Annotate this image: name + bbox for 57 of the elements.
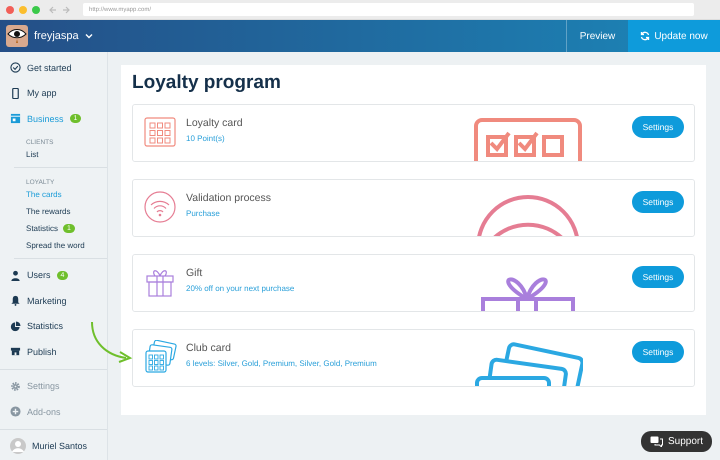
chevron-down-icon [84,33,93,39]
sidebar-item-label: Statistics [27,321,64,332]
sidebar-item-label: Users [27,270,51,280]
sidebar-item-label: Get started [27,62,72,73]
chat-bubbles-icon [650,436,663,447]
user-name: Muriel Santos [32,441,88,452]
wifi-icon [143,190,177,224]
pie-chart-icon [10,320,21,332]
card-subtitle: 6 levels: Silver, Gold, Premium, Silver, Gold, Premium [186,359,378,368]
submenu-item-label: The cards [26,190,62,198]
submenu-item-label: Spread the word [26,240,85,250]
close-window-dot[interactable] [6,6,14,14]
page-title: Loyalty program [132,71,282,95]
maximize-window-dot[interactable] [32,6,40,14]
eye-logo-icon [6,25,28,47]
sidebar-item[interactable]: Publish [0,339,107,364]
sidebar-item[interactable]: Marketing [0,288,107,314]
submenu-item[interactable]: List [0,146,107,162]
sidebar-item[interactable]: My app [0,80,107,106]
plus-circle-icon [10,406,21,418]
submenu-item-label: The rewards [26,206,70,216]
card-subtitle: 10 Point(s) [186,134,226,143]
sidebar-item[interactable]: Get started [0,55,107,80]
grid-card-icon [143,115,177,149]
user-profile[interactable]: Muriel Santos [0,434,107,459]
gear-icon [10,380,21,392]
store-icon [10,113,21,124]
card-title: Validation process [186,192,272,204]
user-icon [10,270,21,281]
sidebar-item-label: Business [27,114,64,124]
submenu-item-label: List [26,150,38,158]
sidebar-item-label: Marketing [27,296,67,306]
back-arrow-icon[interactable] [49,6,57,14]
minimize-window-dot[interactable] [19,6,27,14]
card-title: Loyalty card [186,117,244,129]
card-stack-icon [143,340,177,374]
card-title: Club card [186,342,232,354]
avatar-icon [10,438,26,454]
account-menu[interactable]: freyjaspa [0,20,99,52]
check-circle-icon [10,62,21,74]
phone-icon [10,88,21,99]
submenu-item[interactable]: Spread the word [0,236,107,254]
card-subtitle: Purchase [186,209,221,218]
bell-icon [10,295,21,306]
sidebar-item-label: Add-ons [27,406,61,417]
shop-icon [10,346,21,358]
submenu-item-label: Statistics [26,224,58,232]
submenu-item[interactable]: The rewards [0,202,107,220]
card-subtitle: 20% off on your next purchase [186,284,296,293]
card-title: Gift [186,267,204,279]
support-button[interactable]: Support [640,431,712,452]
refresh-icon [640,31,650,41]
forward-arrow-icon[interactable] [62,6,70,14]
sidebar-item-label: Publish [27,346,57,357]
sidebar-item[interactable]: Statistics [0,314,107,339]
sidebar-item-label: Settings [27,381,60,392]
sidebar-item-label: My app [27,88,57,98]
